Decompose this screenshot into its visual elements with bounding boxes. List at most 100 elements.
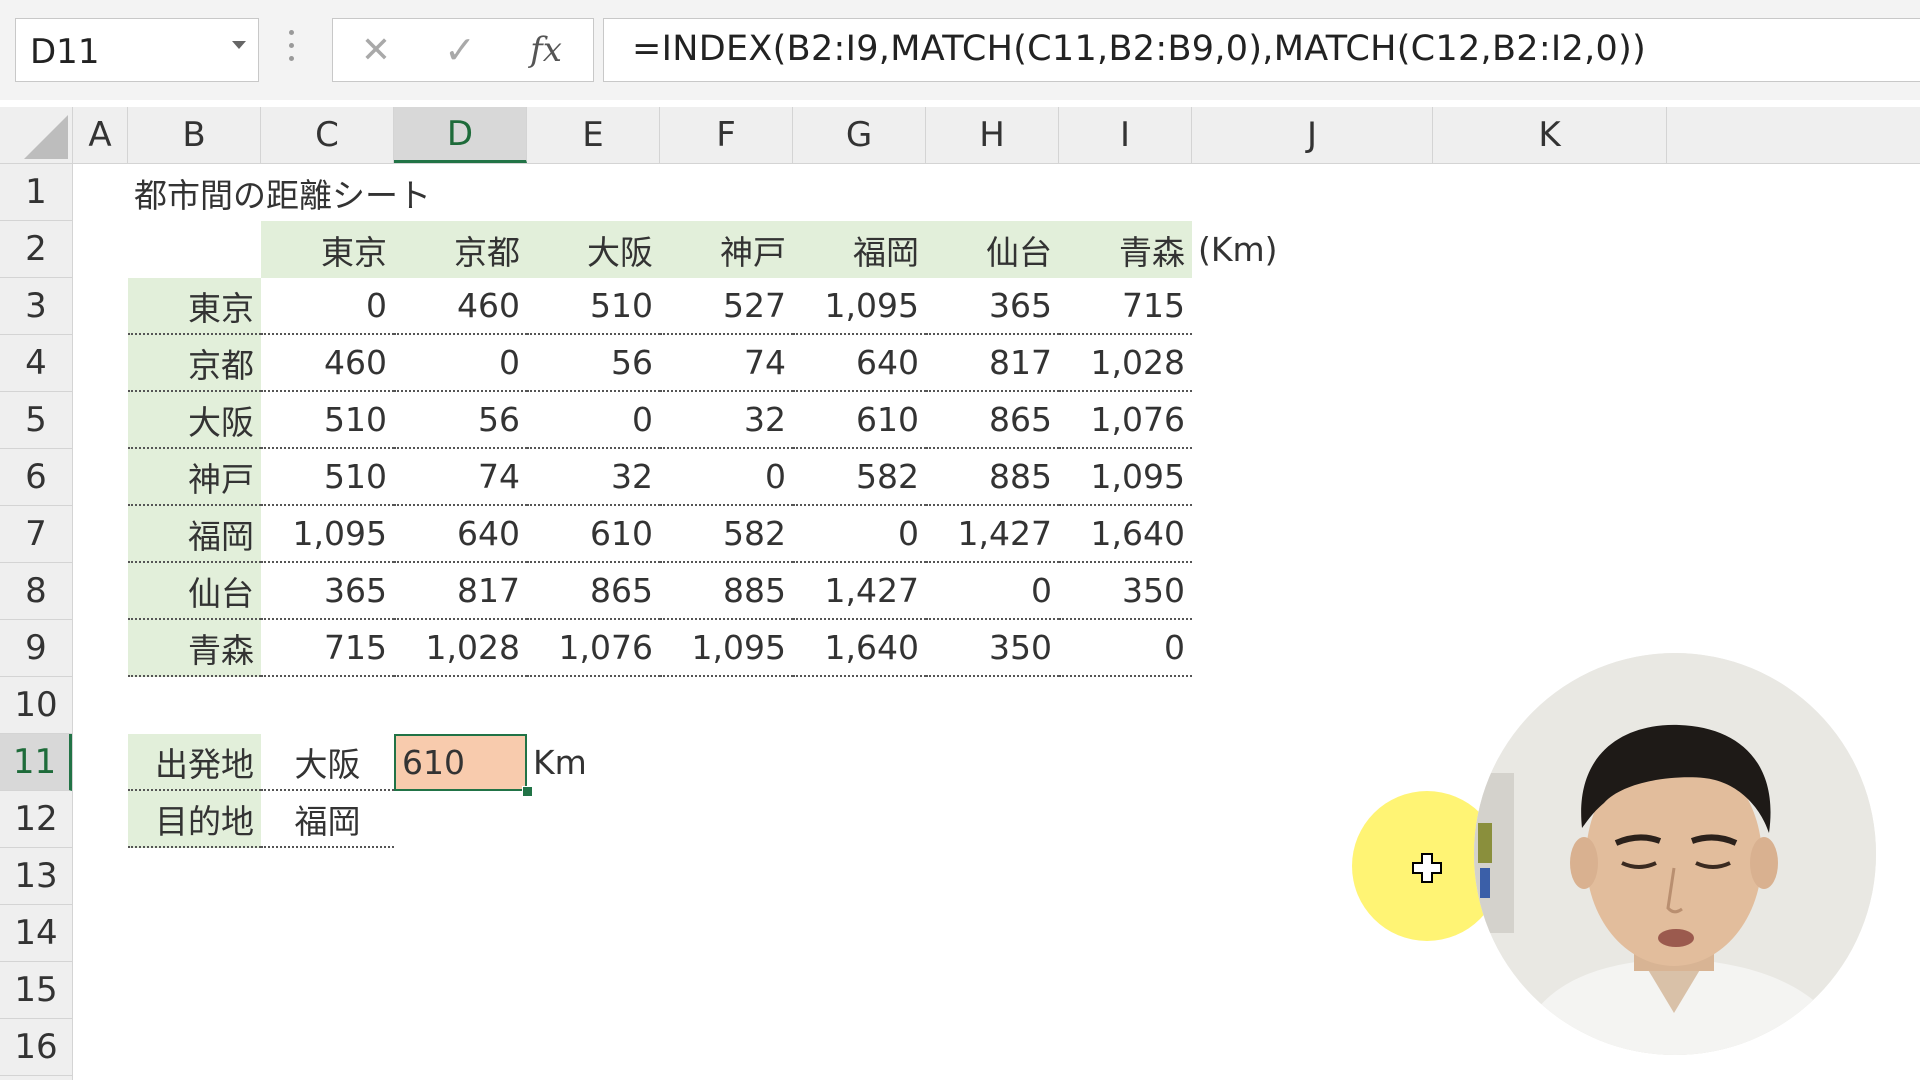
destination-value[interactable]: 福岡: [261, 791, 394, 848]
distance-cell[interactable]: 640: [394, 506, 527, 563]
distance-cell[interactable]: 510: [261, 392, 394, 449]
distance-cell[interactable]: 460: [261, 335, 394, 392]
distance-cell[interactable]: 1,095: [261, 506, 394, 563]
row-header-11[interactable]: 11: [0, 734, 72, 791]
row-header-1[interactable]: 1: [0, 164, 72, 221]
destination-label[interactable]: 目的地: [128, 791, 261, 848]
distance-cell[interactable]: 582: [660, 506, 793, 563]
distance-cell[interactable]: 1,095: [1059, 449, 1192, 506]
distance-cell[interactable]: 1,076: [1059, 392, 1192, 449]
grip-dots-icon[interactable]: [289, 30, 295, 66]
distance-cell[interactable]: 640: [793, 335, 926, 392]
row-header-16[interactable]: 16: [0, 1019, 72, 1076]
distance-cell[interactable]: 582: [793, 449, 926, 506]
distance-cell[interactable]: 715: [1059, 278, 1192, 335]
enter-button[interactable]: ✓: [425, 19, 495, 81]
distance-cell[interactable]: 865: [926, 392, 1059, 449]
distance-cell[interactable]: 715: [261, 620, 394, 677]
cancel-button[interactable]: ✕: [341, 19, 411, 81]
row-header-6[interactable]: 6: [0, 449, 72, 506]
column-header-f[interactable]: F: [660, 107, 793, 163]
distance-cell[interactable]: 0: [926, 563, 1059, 620]
distance-cell[interactable]: 460: [394, 278, 527, 335]
distance-cell[interactable]: 1,028: [1059, 335, 1192, 392]
select-all-button[interactable]: [0, 107, 73, 163]
distance-cell[interactable]: 32: [660, 392, 793, 449]
distance-cell[interactable]: 0: [660, 449, 793, 506]
distance-cell[interactable]: 0: [793, 506, 926, 563]
column-header-i[interactable]: I: [1059, 107, 1192, 163]
distance-cell[interactable]: 510: [261, 449, 394, 506]
row-header-14[interactable]: 14: [0, 905, 72, 962]
distance-cell[interactable]: 56: [527, 335, 660, 392]
column-city-7[interactable]: 青森: [1059, 221, 1192, 278]
row-city-5[interactable]: 福岡: [128, 506, 261, 563]
insert-function-button[interactable]: fx: [511, 19, 581, 81]
distance-cell[interactable]: 817: [394, 563, 527, 620]
row-header-3[interactable]: 3: [0, 278, 72, 335]
distance-cell[interactable]: 885: [660, 563, 793, 620]
distance-cell[interactable]: 0: [527, 392, 660, 449]
row-header-9[interactable]: 9: [0, 620, 72, 677]
distance-cell[interactable]: 510: [527, 278, 660, 335]
column-header-b[interactable]: B: [128, 107, 261, 163]
row-city-3[interactable]: 大阪: [128, 392, 261, 449]
distance-cell[interactable]: 0: [1059, 620, 1192, 677]
row-city-4[interactable]: 神戸: [128, 449, 261, 506]
row-header-15[interactable]: 15: [0, 962, 72, 1019]
column-city-4[interactable]: 神戸: [660, 221, 793, 278]
unit-label[interactable]: (Km): [1192, 221, 1312, 278]
distance-cell[interactable]: 0: [261, 278, 394, 335]
row-header-12[interactable]: 12: [0, 791, 72, 848]
distance-cell[interactable]: 817: [926, 335, 1059, 392]
column-header-a[interactable]: A: [73, 107, 128, 163]
distance-cell[interactable]: 1,640: [1059, 506, 1192, 563]
distance-cell[interactable]: 74: [394, 449, 527, 506]
distance-cell[interactable]: 1,095: [660, 620, 793, 677]
column-header-k[interactable]: K: [1433, 107, 1667, 163]
row-city-1[interactable]: 東京: [128, 278, 261, 335]
result-cell[interactable]: 610: [394, 734, 527, 791]
column-header-e[interactable]: E: [527, 107, 660, 163]
distance-cell[interactable]: 527: [660, 278, 793, 335]
fill-handle[interactable]: [522, 786, 533, 797]
distance-cell[interactable]: 1,076: [527, 620, 660, 677]
chevron-down-icon[interactable]: [232, 41, 246, 49]
column-city-6[interactable]: 仙台: [926, 221, 1059, 278]
row-city-2[interactable]: 京都: [128, 335, 261, 392]
row-header-4[interactable]: 4: [0, 335, 72, 392]
result-unit[interactable]: Km: [527, 734, 627, 791]
name-box[interactable]: D11: [15, 18, 259, 82]
distance-cell[interactable]: 610: [527, 506, 660, 563]
column-city-2[interactable]: 京都: [394, 221, 527, 278]
column-header-d[interactable]: D: [394, 107, 527, 163]
column-header-h[interactable]: H: [926, 107, 1059, 163]
row-header-5[interactable]: 5: [0, 392, 72, 449]
row-header-8[interactable]: 8: [0, 563, 72, 620]
column-header-c[interactable]: C: [261, 107, 394, 163]
sheet-title[interactable]: 都市間の距離シート: [128, 164, 528, 221]
column-city-3[interactable]: 大阪: [527, 221, 660, 278]
distance-cell[interactable]: 1,640: [793, 620, 926, 677]
row-header-7[interactable]: 7: [0, 506, 72, 563]
row-header-13[interactable]: 13: [0, 848, 72, 905]
distance-cell[interactable]: 610: [793, 392, 926, 449]
origin-value[interactable]: 大阪: [261, 734, 394, 791]
column-city-1[interactable]: 東京: [261, 221, 394, 278]
row-city-7[interactable]: 青森: [128, 620, 261, 677]
distance-cell[interactable]: 1,095: [793, 278, 926, 335]
distance-cell[interactable]: 885: [926, 449, 1059, 506]
distance-cell[interactable]: 1,427: [926, 506, 1059, 563]
row-header-2[interactable]: 2: [0, 221, 72, 278]
distance-cell[interactable]: 1,028: [394, 620, 527, 677]
distance-cell[interactable]: 865: [527, 563, 660, 620]
distance-cell[interactable]: 365: [261, 563, 394, 620]
distance-cell[interactable]: 350: [926, 620, 1059, 677]
column-header-g[interactable]: G: [793, 107, 926, 163]
origin-label[interactable]: 出発地: [128, 734, 261, 791]
distance-cell[interactable]: 350: [1059, 563, 1192, 620]
distance-cell[interactable]: 1,427: [793, 563, 926, 620]
row-header-10[interactable]: 10: [0, 677, 72, 734]
distance-cell[interactable]: 32: [527, 449, 660, 506]
column-city-5[interactable]: 福岡: [793, 221, 926, 278]
